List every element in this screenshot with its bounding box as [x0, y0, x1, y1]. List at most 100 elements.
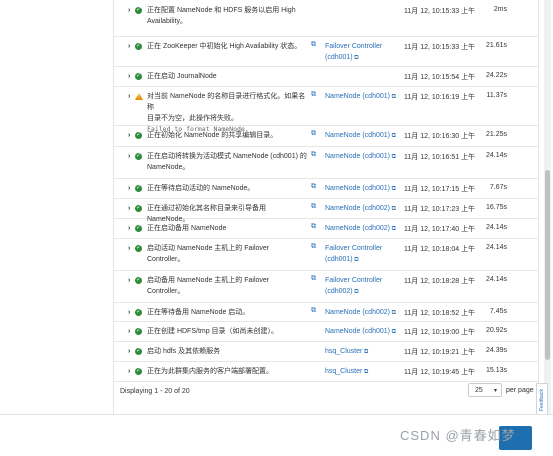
external-link-icon[interactable]: ⧉ [311, 183, 316, 191]
chevron-right-icon[interactable]: › [128, 7, 130, 14]
role-link-label[interactable]: NameNode (cdh001) [325, 328, 390, 335]
chevron-right-icon[interactable]: › [128, 93, 130, 100]
step-row: ›! 对当前 NameNode 的名称目录进行格式化。如果名称 目录不为空，此操作将… [114, 86, 538, 133]
role-link-label[interactable]: (cdh001) [325, 256, 353, 263]
chevron-right-icon[interactable]: › [128, 205, 130, 212]
role-link-label[interactable]: NameNode (cdh001) [325, 93, 390, 100]
role-link-label[interactable]: NameNode (cdh002) [325, 309, 390, 316]
step-description-line: 正在等待备用 NameNode 启动。 [147, 309, 250, 316]
role-link[interactable]: Failover Controller (cdh001) ⧉ [325, 243, 399, 266]
role-link[interactable]: NameNode (cdh001) ⧉ [325, 151, 399, 163]
role-link[interactable]: NameNode (cdh002) ⧉ [325, 307, 399, 319]
scrollbar[interactable] [544, 0, 551, 414]
role-link-label[interactable]: Failover Controller [325, 277, 382, 284]
scrollbar-thumb[interactable] [545, 170, 550, 360]
external-link-icon[interactable]: ⧉ [311, 275, 316, 283]
role-link-label[interactable]: NameNode (cdh002) [325, 205, 390, 212]
role-link[interactable]: NameNode (cdh001) ⧉ [325, 183, 399, 195]
chevron-right-icon[interactable]: › [128, 185, 130, 192]
role-link[interactable]: NameNode (cdh002) ⧉ [325, 203, 399, 215]
step-duration: 21.25s [485, 131, 507, 138]
external-link-icon[interactable]: ⧉ [311, 307, 316, 315]
external-link-icon[interactable]: ⧉ [390, 154, 396, 160]
step-row: › ✓ 正在配置 NameNode 和 HDFS 服务以启用 High Availab… [114, 0, 538, 37]
role-link[interactable]: hsq_Cluster ⧉ [325, 366, 399, 378]
external-link-icon[interactable]: ⧉ [353, 289, 358, 295]
external-link-icon[interactable]: ⧉ [362, 369, 368, 375]
success-check-icon: ✓ [135, 132, 142, 139]
role-link[interactable]: NameNode (cdh001) ⧉ [325, 91, 399, 103]
step-description-line: 正在 ZooKeeper 中初始化 High Availability 状态。 [147, 43, 302, 50]
external-link-icon[interactable]: ⧉ [390, 329, 396, 335]
step-start-time: 11月 12, 10:15:54 上午 [404, 74, 476, 81]
chevron-right-icon[interactable]: › [128, 132, 130, 139]
external-link-icon[interactable]: ⧉ [390, 133, 396, 139]
step-duration: 24.14s [485, 244, 507, 251]
step-description-line: NameNode。 [147, 164, 190, 171]
chevron-right-icon[interactable]: › [128, 225, 130, 232]
role-link-label[interactable]: NameNode (cdh001) [325, 185, 390, 192]
success-check-icon: ✓ [135, 348, 142, 355]
external-link-icon[interactable]: ⧉ [353, 55, 358, 61]
external-link-icon[interactable]: ⧉ [390, 206, 396, 212]
chevron-right-icon[interactable]: › [128, 368, 130, 375]
step-description-line: Availability。 [147, 18, 187, 25]
success-check-icon: ✓ [135, 225, 142, 232]
role-link-label[interactable]: (cdh002) [325, 288, 353, 295]
external-link-icon[interactable]: ⧉ [311, 243, 316, 251]
chevron-right-icon[interactable]: › [128, 153, 130, 160]
role-link-label[interactable]: hsq_Cluster [325, 348, 362, 355]
step-description: 正在启动 JournalNode [147, 71, 307, 82]
per-page-label: per page [506, 387, 534, 394]
chevron-right-icon[interactable]: › [128, 309, 130, 316]
chevron-right-icon[interactable]: › [128, 348, 130, 355]
role-link-label[interactable]: (cdh001) [325, 54, 353, 61]
external-link-icon[interactable]: ⧉ [311, 91, 316, 99]
step-description-line: 正在启动备用 NameNode [147, 225, 227, 232]
chevron-right-icon[interactable]: › [128, 73, 130, 80]
step-start-time: 11月 12, 10:18:28 上午 [404, 278, 476, 285]
step-description: 正在为此群集内服务的客户端部署配置。 [147, 366, 307, 377]
role-link-label[interactable]: NameNode (cdh002) [325, 225, 390, 232]
chevron-right-icon[interactable]: › [128, 328, 130, 335]
step-row: › ✓ 正在启动 JournalNode 11月 12, 10:15:54 上午 24.… [114, 66, 538, 87]
role-link[interactable]: hsq_Cluster ⧉ [325, 346, 399, 358]
role-link[interactable]: NameNode (cdh001) ⧉ [325, 326, 399, 338]
external-link-icon[interactable]: ⧉ [311, 223, 316, 231]
success-check-icon: ✓ [135, 245, 142, 252]
external-link-icon[interactable]: ⧉ [390, 226, 396, 232]
pagination-summary: Displaying 1 - 20 of 20 [120, 388, 190, 395]
role-link[interactable]: Failover Controller (cdh001) ⧉ [325, 41, 399, 64]
external-link-icon[interactable]: ⧉ [353, 257, 358, 263]
external-link-icon[interactable]: ⧉ [390, 310, 396, 316]
step-row: › ✓ 正在通过初始化其名称目录来引导备用 NameNode。 ⧉ NameNode (… [114, 198, 538, 223]
success-check-icon: ✓ [135, 205, 142, 212]
role-link-label[interactable]: NameNode (cdh001) [325, 153, 390, 160]
chevron-right-icon[interactable]: › [128, 43, 130, 50]
external-link-icon[interactable]: ⧉ [362, 349, 368, 355]
role-link[interactable]: NameNode (cdh001) ⧉ [325, 130, 399, 142]
external-link-icon[interactable]: ⧉ [311, 41, 316, 49]
external-link-icon[interactable]: ⧉ [311, 151, 316, 159]
role-link-label[interactable]: NameNode (cdh001) [325, 132, 390, 139]
external-link-icon[interactable]: ⧉ [311, 203, 316, 211]
chevron-right-icon[interactable]: › [128, 245, 130, 252]
role-link-label[interactable]: Failover Controller [325, 245, 382, 252]
step-start-time: 11月 12, 10:16:51 上午 [404, 154, 476, 161]
chevron-right-icon[interactable]: › [128, 277, 130, 284]
step-duration: 24.14s [485, 152, 507, 159]
step-description: 正在 ZooKeeper 中初始化 High Availability 状态。 [147, 41, 307, 52]
external-link-icon[interactable]: ⧉ [390, 186, 396, 192]
external-link-icon[interactable]: ⧉ [311, 130, 316, 138]
feedback-tab[interactable]: Feedback [536, 383, 548, 417]
step-row: › ✓ 正在为此群集内服务的客户端部署配置。 hsq_Cluster ⧉ 11月 12,… [114, 361, 538, 382]
role-link[interactable]: NameNode (cdh002) ⧉ [325, 223, 399, 235]
page-size-select[interactable]: 25 ▾ [468, 383, 502, 397]
external-link-icon[interactable]: ⧉ [390, 94, 396, 100]
role-link-label[interactable]: hsq_Cluster [325, 368, 362, 375]
role-link-label[interactable]: Failover Controller [325, 43, 382, 50]
role-link[interactable]: Failover Controller (cdh002) ⧉ [325, 275, 399, 298]
step-description: 正在创建 HDFS/tmp 目录（如尚未创建）。 [147, 326, 307, 337]
step-row: › ✓ 正在等待启动活动的 NameNode。 ⧉ NameNode (cdh001) … [114, 178, 538, 199]
step-description-line: 正在等待启动活动的 NameNode。 [147, 185, 255, 192]
